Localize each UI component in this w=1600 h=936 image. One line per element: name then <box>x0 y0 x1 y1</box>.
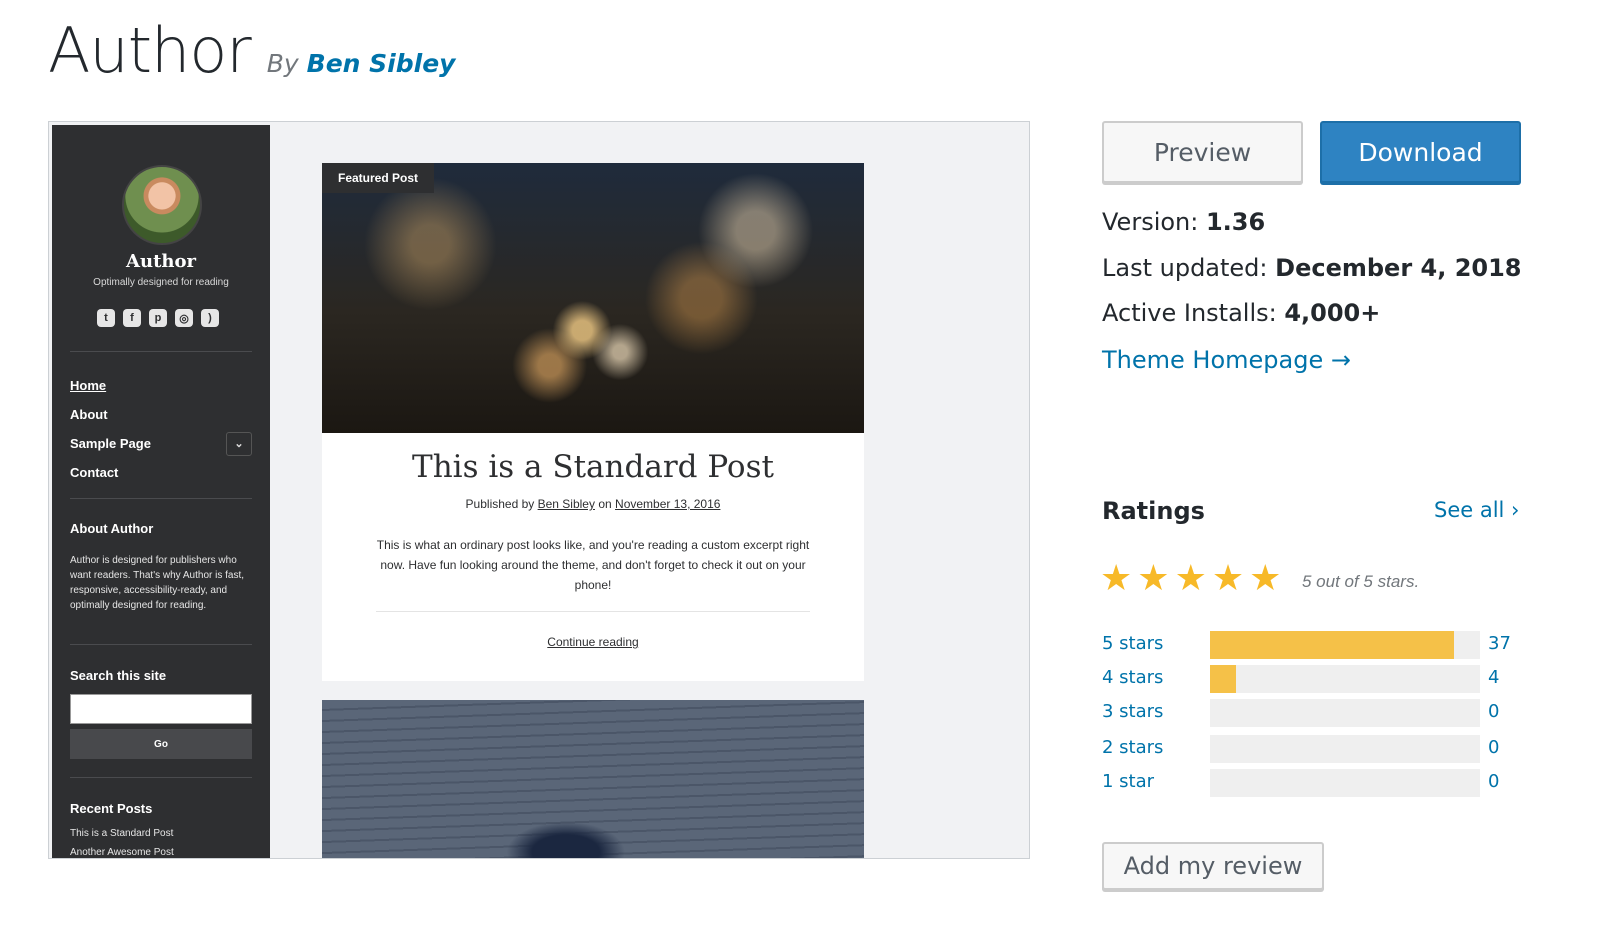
mock-nav-home: Home <box>70 378 107 393</box>
rating-count: 0 <box>1488 771 1500 792</box>
instagram-icon: ◎ <box>175 309 193 327</box>
author-by-label: By <box>266 49 299 78</box>
star-icon: ★ <box>1174 557 1207 598</box>
rating-row-4[interactable]: 4 stars 4 <box>1102 665 1522 693</box>
rating-label[interactable]: 1 star <box>1102 771 1154 792</box>
theme-header: Author By Ben Sibley <box>48 14 455 87</box>
twitter-icon: t <box>97 309 115 327</box>
rating-label[interactable]: 3 stars <box>1102 701 1163 722</box>
mock-nav-about: About <box>70 407 108 422</box>
mock-sidebar: Author Optimally designed for reading t … <box>52 125 270 858</box>
mock-divider <box>70 498 252 499</box>
theme-screenshot: Author Optimally designed for reading t … <box>48 121 1030 859</box>
mock-post-excerpt: This is what an ordinary post looks like… <box>376 538 810 592</box>
rating-row-5[interactable]: 5 stars 37 <box>1102 631 1522 659</box>
mock-divider <box>70 777 252 778</box>
mock-nav-contact: Contact <box>70 465 119 480</box>
mock-nav-sample-page: Sample Page ⌄ <box>70 429 252 458</box>
active-installs-info: Active Installs: 4,000+ <box>1102 299 1381 327</box>
ratings-title: Ratings <box>1102 497 1205 525</box>
rating-bar <box>1210 631 1480 659</box>
mock-site-title: Author <box>126 251 196 272</box>
rating-count: 0 <box>1488 701 1500 722</box>
mock-about-text: Author is designed for publishers who wa… <box>70 555 245 611</box>
rating-label[interactable]: 5 stars <box>1102 633 1163 654</box>
mock-search-button: Go <box>70 729 252 759</box>
rating-bar <box>1210 769 1480 797</box>
rating-bar-fill <box>1210 665 1237 693</box>
theme-title: Author <box>48 14 252 87</box>
rating-count: 4 <box>1488 667 1500 688</box>
mock-featured-tag: Featured Post <box>322 163 435 193</box>
rss-icon: ) <box>201 309 219 327</box>
version-info: Version: 1.36 <box>1102 208 1266 236</box>
rating-bar <box>1210 665 1480 693</box>
mock-post-divider <box>376 611 810 612</box>
last-updated-info: Last updated: December 4, 2018 <box>1102 254 1522 282</box>
stars-caption: 5 out of 5 stars. <box>1302 572 1420 591</box>
mock-continue-reading: Continue reading <box>547 635 639 649</box>
rating-label[interactable]: 2 stars <box>1102 737 1163 758</box>
mock-tagline: Optimally designed for reading <box>93 277 229 288</box>
download-button[interactable]: Download <box>1320 121 1521 183</box>
mock-post-card: Featured Post This is a Standard Post Pu… <box>322 163 864 681</box>
rating-row-2[interactable]: 2 stars 0 <box>1102 735 1522 763</box>
star-icon: ★ <box>1137 557 1170 598</box>
mock-post-image: Featured Post <box>322 163 864 433</box>
avatar <box>122 165 202 245</box>
rating-count: 37 <box>1488 633 1511 654</box>
rating-bar <box>1210 699 1480 727</box>
mock-recent-post: This is a Standard Post <box>70 828 174 839</box>
star-icon: ★ <box>1249 557 1282 598</box>
rating-row-1[interactable]: 1 star 0 <box>1102 769 1522 797</box>
mock-second-post-image <box>322 700 864 858</box>
mock-search-input <box>70 694 252 724</box>
mock-nav: Home About Sample Page ⌄ Contact <box>70 371 252 487</box>
mock-recent-title: Recent Posts <box>70 801 153 816</box>
rating-label[interactable]: 4 stars <box>1102 667 1163 688</box>
rating-bar-fill <box>1210 631 1454 659</box>
mock-divider <box>70 351 252 352</box>
mock-social-icons: t f p ◎ ) <box>97 309 219 327</box>
facebook-icon: f <box>123 309 141 327</box>
add-review-button[interactable]: Add my review <box>1102 842 1324 890</box>
mock-post-meta: Published by Ben Sibley on November 13, … <box>465 497 721 511</box>
mock-recent-post: Another Awesome Post <box>70 847 174 858</box>
mock-about-title: About Author <box>70 521 154 536</box>
preview-button[interactable]: Preview <box>1102 121 1303 183</box>
see-all-link[interactable]: See all › <box>1434 498 1519 522</box>
mock-post-title: This is a Standard Post <box>412 449 774 485</box>
star-icon: ★ <box>1211 557 1245 598</box>
rating-row-3[interactable]: 3 stars 0 <box>1102 699 1522 727</box>
mock-search-title: Search this site <box>70 668 167 683</box>
chevron-down-icon: ⌄ <box>226 431 252 456</box>
theme-author: By Ben Sibley <box>267 49 456 78</box>
star-rating: ★ ★ ★ ★ ★ <box>1100 558 1281 598</box>
author-link[interactable]: Ben Sibley <box>307 49 456 78</box>
theme-homepage-link[interactable]: Theme Homepage → <box>1102 346 1351 374</box>
pinterest-icon: p <box>149 309 167 327</box>
mock-divider <box>70 644 252 645</box>
rating-bar <box>1210 735 1480 763</box>
star-icon: ★ <box>1100 557 1133 598</box>
rating-count: 0 <box>1488 737 1500 758</box>
